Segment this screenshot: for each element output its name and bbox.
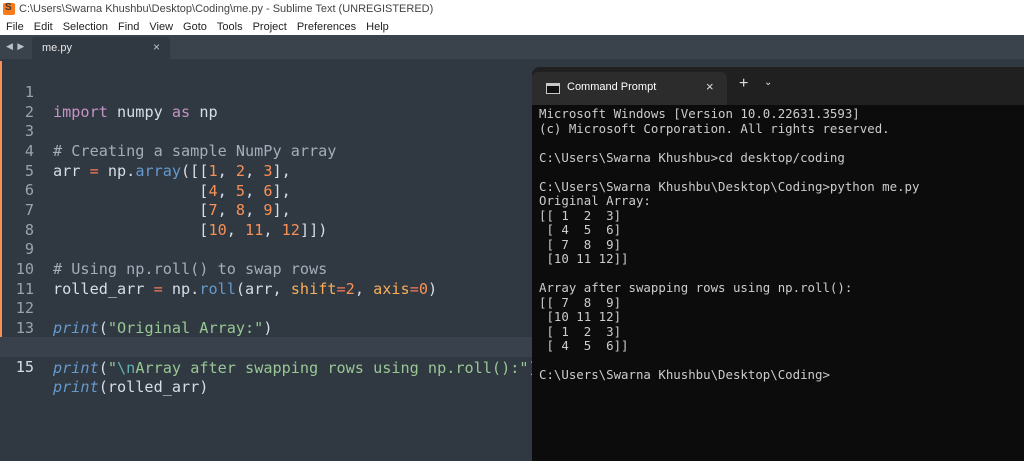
command-prompt-window[interactable]: Command Prompt × + ⌄ Microsoft Windows [… [532, 67, 1024, 461]
terminal-line: (c) Microsoft Corporation. All rights re… [539, 120, 890, 136]
code-line: 6 [7, 8, 9], [0, 160, 540, 219]
menu-file[interactable]: File [0, 21, 29, 33]
terminal-line: [ 1 2 3] [539, 323, 622, 339]
menu-preferences[interactable]: Preferences [292, 21, 361, 33]
line-number: 15 [15, 358, 34, 376]
terminal-line: Original Array: [539, 193, 651, 208]
menu-edit[interactable]: Edit [29, 21, 58, 33]
code-line: 5 [4, 5, 6], [0, 141, 540, 200]
sublime-text-icon [3, 2, 15, 15]
terminal-line: [ 4 5 6] [539, 222, 622, 237]
terminal-prompt-line: C:\Users\Swarna Khushbu\Desktop\Coding> [539, 367, 830, 382]
title-bar: C:\Users\Swarna Khushbu\Desktop\Coding\m… [0, 0, 1024, 18]
new-tab-icon[interactable]: + [739, 76, 748, 92]
menu-help[interactable]: Help [361, 21, 394, 33]
window-title: C:\Users\Swarna Khushbu\Desktop\Coding\m… [19, 3, 434, 15]
code-line: 10 rolled_arr = np.roll(arr, shift=2, ax… [0, 239, 540, 298]
code-line: 1 import numpy as np [0, 62, 540, 121]
menu-tools[interactable]: Tools [212, 21, 248, 33]
terminal-line: [[ 7 8 9] [539, 294, 622, 310]
close-icon[interactable]: × [706, 79, 714, 94]
terminal-line: C:\Users\Swarna Khushbu\Desktop\Coding>p… [539, 178, 920, 194]
chevron-down-icon[interactable]: ⌄ [764, 77, 772, 88]
code-line: 4 arr = np.array([[1, 2, 3], [0, 121, 540, 180]
code-line: 9 # Using np.roll() to swap rows [0, 219, 540, 278]
code-text: print("\nArray after swapping rows using… [53, 359, 538, 377]
code-line: 14 print("\nArray after swapping rows us… [0, 318, 540, 377]
code-line: 13 print(arr) [0, 298, 540, 357]
menu-view[interactable]: View [144, 21, 178, 33]
tab-close-icon[interactable]: × [153, 40, 160, 54]
terminal-line: C:\Users\Swarna Khushbu>cd desktop/codin… [539, 149, 845, 165]
code-line-active: 15 print(rolled_arr) [0, 337, 540, 396]
tab-label: me.py [42, 42, 72, 54]
menu-selection[interactable]: Selection [58, 21, 113, 33]
terminal-output[interactable]: Microsoft Windows [Version 10.0.22631.35… [539, 106, 1019, 457]
command-prompt-icon [546, 83, 560, 94]
menu-bar: File Edit Selection Find View Goto Tools… [0, 18, 1024, 35]
menu-goto[interactable]: Goto [178, 21, 212, 33]
editor-tab-bar: ◀ ▶ me.py × [0, 35, 1024, 59]
terminal-tab-label: Command Prompt [567, 81, 657, 93]
terminal-line: [ 7 8 9] [539, 236, 622, 252]
code-line: 8 [0, 200, 540, 239]
terminal-line: [10 11 12] [539, 309, 622, 324]
terminal-tab[interactable]: Command Prompt × [532, 72, 727, 105]
terminal-line: Microsoft Windows [Version 10.0.22631.35… [539, 106, 860, 121]
terminal-line: [10 11 12]] [539, 251, 629, 266]
tab-me-py[interactable]: me.py × [32, 37, 170, 59]
code-line: 3 # Creating a sample NumPy array [0, 101, 540, 160]
tab-nav-arrows-icon[interactable]: ◀ ▶ [6, 41, 25, 52]
code-line: 11 [0, 259, 540, 298]
terminal-tab-strip: Command Prompt × + ⌄ [532, 67, 1024, 105]
menu-project[interactable]: Project [248, 21, 292, 33]
code-line: 2 [0, 82, 540, 121]
code-line: 12 print("Original Array:") [0, 278, 540, 337]
terminal-line: [[ 1 2 3] [539, 207, 622, 223]
code-line: 7 [10, 11, 12]]) [0, 180, 540, 239]
terminal-line: [ 4 5 6]] [539, 338, 629, 353]
menu-find[interactable]: Find [113, 21, 144, 33]
code-text: print(rolled_arr) [53, 378, 209, 396]
terminal-line: Array after swapping rows using np.roll(… [539, 280, 853, 295]
